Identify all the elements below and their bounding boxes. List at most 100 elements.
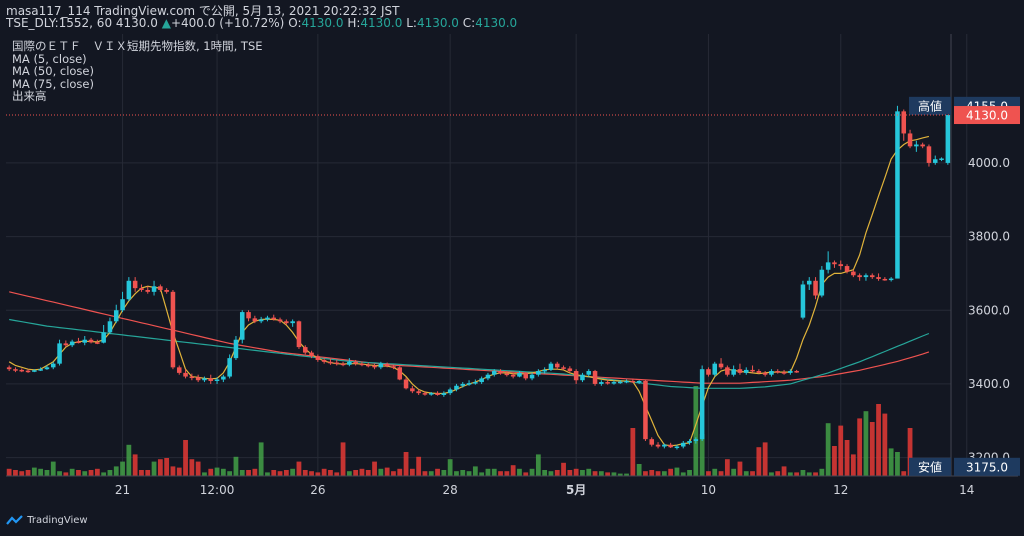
volume-bar	[504, 471, 510, 476]
candle-body	[693, 439, 699, 442]
candle-body	[189, 376, 195, 379]
candle-body	[674, 446, 680, 449]
volume-bar	[88, 470, 94, 476]
candle-body	[649, 439, 655, 445]
volume-bar	[775, 471, 781, 476]
candle-body	[473, 382, 478, 384]
candle-body	[359, 363, 365, 366]
volume-bar	[82, 471, 88, 476]
y-tick-label: 3800.0	[968, 230, 1010, 244]
candle-body	[920, 144, 925, 147]
candle-body	[378, 363, 384, 368]
candle-body	[460, 383, 466, 386]
candle-body	[410, 388, 415, 392]
candle-body	[882, 278, 888, 281]
volume-bar	[479, 472, 485, 476]
volume-bar	[592, 471, 598, 476]
candle-body	[271, 317, 277, 320]
volume-bar	[857, 418, 863, 476]
volume-bar	[567, 470, 573, 476]
candle-body	[523, 372, 529, 379]
volume-bar	[202, 472, 207, 476]
candle-body	[914, 144, 919, 147]
candle-body	[403, 379, 409, 389]
volume-bar	[605, 472, 611, 476]
x-tick-label: 26	[310, 483, 325, 497]
candle-body	[214, 379, 220, 381]
candle-body	[750, 369, 755, 372]
legend-volume[interactable]: 出来高	[12, 90, 263, 103]
chart-footer	[0, 506, 1024, 536]
legend-ma50[interactable]: MA (50, close)	[12, 65, 263, 78]
candle-body	[32, 370, 37, 372]
volume-bar	[472, 466, 478, 476]
volume-bar	[44, 470, 50, 476]
candle-body	[926, 146, 932, 163]
volume-bar	[542, 470, 548, 476]
volume-bar	[372, 461, 377, 476]
candle-body	[851, 271, 856, 276]
volume-bar	[50, 461, 56, 476]
volume-bar	[813, 472, 818, 476]
candle-body	[176, 367, 182, 373]
volume-bar	[762, 442, 768, 476]
legend-title[interactable]: 国際のＥＴＦ ＶＩＸ短期先物指数, 1時間, TSE	[12, 40, 263, 53]
volume-bar	[334, 472, 340, 476]
volume-bar	[548, 471, 554, 476]
candle-body	[202, 378, 207, 381]
volume-bar	[31, 467, 37, 476]
volume-bar	[422, 471, 428, 476]
last-price-marker-value: 4130.0	[966, 109, 1008, 123]
volume-bar	[189, 459, 195, 476]
candle-body	[309, 352, 314, 357]
candle-body	[725, 367, 730, 375]
candle-body	[542, 369, 547, 372]
volume-bar	[19, 471, 25, 476]
candle-body	[743, 369, 749, 373]
high-price-marker-label: 高値	[918, 98, 942, 113]
volume-bar	[888, 448, 894, 476]
candle-body	[504, 373, 510, 376]
volume-bar	[876, 404, 881, 476]
candle-body	[277, 319, 283, 322]
y-tick-label: 3600.0	[968, 303, 1010, 317]
volume-bar	[706, 471, 711, 476]
candle-body	[939, 158, 944, 160]
x-tick-label: 5月	[566, 483, 586, 497]
volume-bar	[57, 471, 62, 476]
candle-body	[617, 381, 623, 384]
candle-body	[227, 358, 232, 377]
volume-bar	[195, 461, 201, 476]
volume-bar	[208, 468, 214, 476]
volume-bar	[832, 446, 837, 476]
volume-bar	[164, 458, 170, 476]
candle-body	[869, 275, 875, 278]
candle-body	[63, 343, 69, 346]
volume-bar	[271, 470, 277, 476]
candle-body	[328, 361, 333, 364]
candle-body	[302, 347, 308, 353]
volume-bar	[901, 471, 907, 476]
volume-bar	[819, 468, 825, 476]
candle-body	[794, 371, 799, 373]
candle-body	[863, 275, 869, 278]
volume-bar	[409, 468, 415, 476]
candle-body	[775, 371, 781, 373]
candle-body	[258, 319, 264, 322]
volume-bar	[737, 461, 743, 476]
candle-body	[479, 378, 484, 383]
legend-ma75[interactable]: MA (75, close)	[12, 77, 263, 91]
low-price-marker-value: 3175.0	[966, 460, 1008, 474]
candle-body	[120, 299, 125, 311]
volume-bar	[825, 423, 831, 476]
candle-body	[838, 264, 844, 267]
candle-body	[76, 341, 81, 344]
candle-body	[13, 369, 18, 371]
candle-body	[252, 318, 258, 322]
volume-bar	[895, 452, 900, 476]
candle-body	[485, 374, 491, 379]
candle-body	[517, 372, 522, 377]
x-tick-label: 10	[701, 483, 716, 497]
volume-bar	[630, 428, 636, 476]
candle-body	[857, 275, 862, 278]
